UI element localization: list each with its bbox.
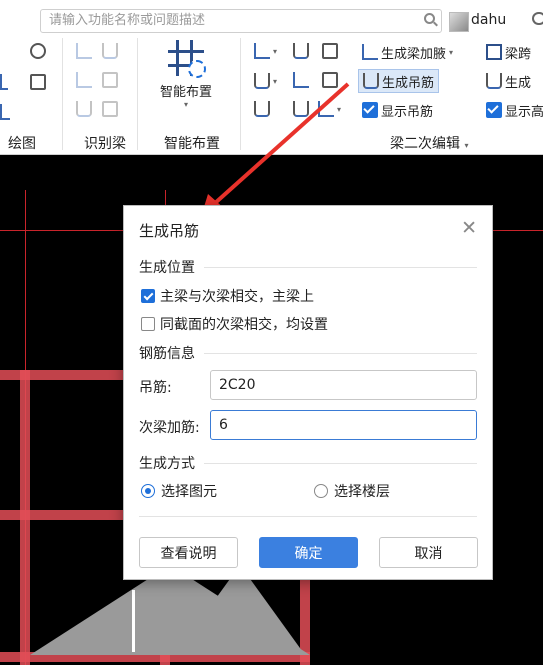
polyline-tool-icon[interactable]: [0, 104, 10, 120]
span-tool-button[interactable]: ▾: [254, 40, 277, 62]
support-edit-icon[interactable]: [293, 43, 309, 59]
radio-label: 选择楼层: [334, 484, 390, 500]
group-label-draw: 绘图: [8, 136, 36, 152]
help-button[interactable]: 查看说明: [139, 537, 238, 568]
radio-selected-icon: [141, 484, 155, 498]
show-hanger-label: 显示吊筋: [381, 104, 434, 120]
hanger-field-label: 吊筋:: [139, 380, 172, 396]
copy-span-icon: [254, 73, 270, 89]
white-line-marker: [132, 590, 135, 652]
smart-layout-icon: [168, 40, 206, 78]
span-icon: [254, 43, 270, 59]
dialog-title: 生成吊筋: [139, 222, 200, 240]
chevron-down-icon[interactable]: ▾: [273, 77, 277, 86]
chevron-down-icon[interactable]: ▾: [273, 47, 277, 56]
cancel-button[interactable]: 取消: [379, 537, 478, 568]
group-label-beam-secondary-edit[interactable]: 梁二次编辑 ▾: [390, 133, 468, 153]
beam-tool-button[interactable]: ▾: [318, 98, 341, 120]
same-section-checkbox[interactable]: 同截面的次梁相交，均设置: [141, 314, 328, 334]
beam-span-icon: [486, 44, 502, 60]
generate-partial-icon: [486, 73, 502, 89]
chevron-down-icon[interactable]: ▾: [337, 105, 341, 114]
group-label-smart-layout: 智能布置: [164, 136, 220, 152]
smart-layout-button[interactable]: 智能布置 ▾: [150, 40, 222, 109]
beam-segment: [20, 370, 30, 665]
group-divider: [137, 38, 138, 150]
chevron-down-icon: ▾: [464, 141, 469, 150]
checkbox-label: 主梁与次梁相交，主梁上: [160, 289, 314, 305]
beam-tool-icon: [318, 101, 334, 117]
checkbox-unchecked-icon: [141, 317, 155, 331]
rectangle-tool-icon[interactable]: [30, 74, 46, 90]
generate-haunch-button[interactable]: 生成梁加腋 ▾: [362, 41, 453, 63]
checkbox-checked-icon: [141, 289, 155, 303]
generate-hanger-label: 生成吊筋: [382, 75, 435, 91]
beam-section-icon[interactable]: [293, 101, 309, 117]
show-hanger-checkbox[interactable]: 显示吊筋: [362, 99, 433, 121]
section-label: 生成位置: [139, 260, 195, 276]
show-partial-label: 显示高: [505, 104, 543, 120]
generate-partial-label: 生成: [505, 75, 532, 91]
table-edit-icon[interactable]: [322, 43, 338, 59]
ok-button[interactable]: 确定: [259, 537, 358, 568]
checkbox-label: 同截面的次梁相交，均设置: [160, 317, 328, 333]
checkbox-checked-icon: [362, 102, 378, 118]
haunch-icon: [362, 44, 378, 60]
radio-select-floor[interactable]: 选择楼层: [314, 481, 390, 501]
line-tool-icon[interactable]: [0, 74, 8, 90]
generate-partial-button[interactable]: 生成: [486, 70, 531, 92]
main-secondary-checkbox[interactable]: 主梁与次梁相交，主梁上: [141, 286, 314, 306]
ribbon-toolbar: dahu 绘图 识别梁 智能布置 ▾ 智能布置 ▾ ▾ ▾ 生成梁加腋 ▾: [0, 0, 543, 155]
generate-hanger-button[interactable]: 生成吊筋: [358, 69, 440, 93]
secondary-field-label: 次梁加筋:: [139, 420, 200, 436]
username[interactable]: dahu: [471, 12, 506, 28]
close-icon[interactable]: ✕: [461, 217, 477, 239]
group-label-identify-beam: 识别梁: [84, 136, 126, 152]
chevron-down-icon[interactable]: ▾: [150, 100, 222, 109]
identify-table-icon[interactable]: [102, 72, 118, 88]
identify-original-icon[interactable]: [76, 72, 92, 88]
group-label-text: 梁二次编辑: [390, 136, 460, 152]
search-bar[interactable]: [40, 9, 442, 33]
group-divider: [240, 38, 241, 150]
section-generate-method: 生成方式: [139, 453, 477, 473]
section-label: 钢筋信息: [139, 346, 195, 362]
circle-tool-icon[interactable]: [30, 43, 46, 59]
hanger-icon: [363, 73, 379, 89]
identify-beam-icon[interactable]: [76, 43, 92, 59]
radio-select-element[interactable]: 选择图元: [141, 481, 217, 501]
dialog-separator: [139, 516, 477, 517]
beam-check-icon[interactable]: [254, 101, 270, 117]
secondary-rebar-input[interactable]: [210, 410, 477, 440]
apply-span-icon[interactable]: [293, 72, 309, 88]
smart-layout-label: 智能布置: [159, 85, 212, 100]
radio-unselected-icon: [314, 484, 328, 498]
show-partial-checkbox[interactable]: 显示高: [486, 99, 543, 121]
group-divider: [62, 38, 63, 150]
rebar-grid-icon[interactable]: [322, 72, 338, 88]
identify-check-icon[interactable]: [76, 101, 92, 117]
beam-span-label: 梁跨: [505, 46, 532, 62]
hanger-input[interactable]: [210, 370, 477, 400]
generate-hanger-dialog: 生成吊筋 ✕ 生成位置 主梁与次梁相交，主梁上 同截面的次梁相交，均设置 钢筋信…: [123, 205, 493, 580]
section-rebar-info: 钢筋信息: [139, 343, 477, 363]
chat-icon[interactable]: [532, 12, 543, 25]
identify-support-icon[interactable]: [102, 43, 118, 59]
copy-span-button[interactable]: ▾: [254, 70, 277, 92]
search-icon[interactable]: [424, 13, 435, 24]
beam-span-button[interactable]: 梁跨: [486, 41, 531, 63]
search-input[interactable]: [41, 10, 409, 30]
identify-drawing-icon[interactable]: [102, 101, 118, 117]
avatar[interactable]: [449, 12, 469, 32]
section-generate-position: 生成位置: [139, 257, 477, 277]
chevron-down-icon[interactable]: ▾: [449, 48, 453, 57]
generate-haunch-label: 生成梁加腋: [381, 46, 447, 62]
section-label: 生成方式: [139, 456, 195, 472]
checkbox-checked-icon: [486, 102, 502, 118]
radio-label: 选择图元: [161, 484, 217, 500]
